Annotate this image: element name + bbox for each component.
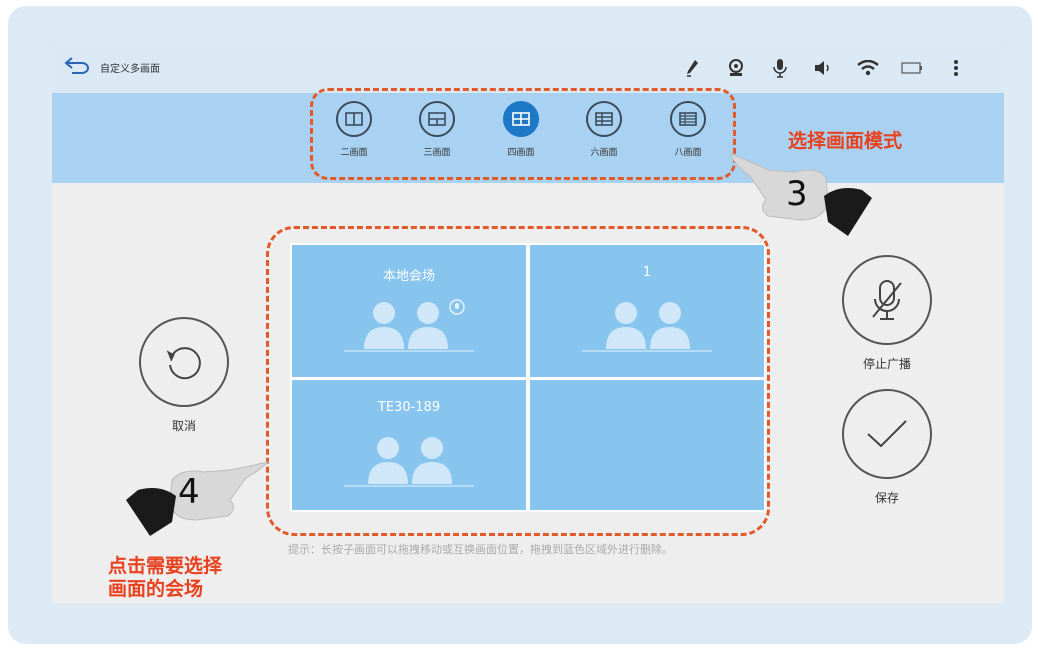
- status-icons: [670, 55, 978, 81]
- pen-icon[interactable]: [670, 55, 714, 81]
- mic-off-icon: [842, 255, 932, 345]
- mode-highlight-box: [310, 88, 736, 180]
- click-venue-annotation-line1: 点击需要选择: [108, 555, 223, 577]
- camera-icon[interactable]: [714, 55, 758, 81]
- cancel-label: 取消: [171, 419, 196, 433]
- click-venue-annotation-line2: 画面的会场: [108, 578, 204, 600]
- page-title: 自定义多画面: [100, 64, 160, 75]
- speaker-icon[interactable]: [802, 55, 846, 81]
- checkmark-icon: [842, 389, 932, 479]
- microphone-icon[interactable]: [758, 55, 802, 81]
- hint-text: 提示：长按子画面可以拖拽移动或互换画面位置，拖拽到蓝色区域外进行删除。: [288, 543, 673, 556]
- cancel-button[interactable]: 取消: [124, 317, 244, 434]
- stop-broadcast-button[interactable]: 停止广播: [827, 255, 947, 372]
- stop-broadcast-label: 停止广播: [862, 357, 911, 371]
- save-label: 保存: [874, 491, 899, 505]
- select-mode-annotation: 选择画面模式: [788, 130, 903, 152]
- back-arrow-icon[interactable]: [64, 55, 90, 75]
- save-button[interactable]: 保存: [827, 389, 947, 506]
- top-bar: 自定义多画面: [52, 43, 1004, 93]
- step-number-4: 4: [178, 472, 200, 512]
- battery-icon: [890, 55, 934, 81]
- grid-highlight-box: [266, 226, 770, 536]
- more-menu-icon[interactable]: [934, 55, 978, 81]
- step-number-3: 3: [786, 174, 808, 214]
- undo-icon: [139, 317, 229, 407]
- wifi-icon[interactable]: [846, 55, 890, 81]
